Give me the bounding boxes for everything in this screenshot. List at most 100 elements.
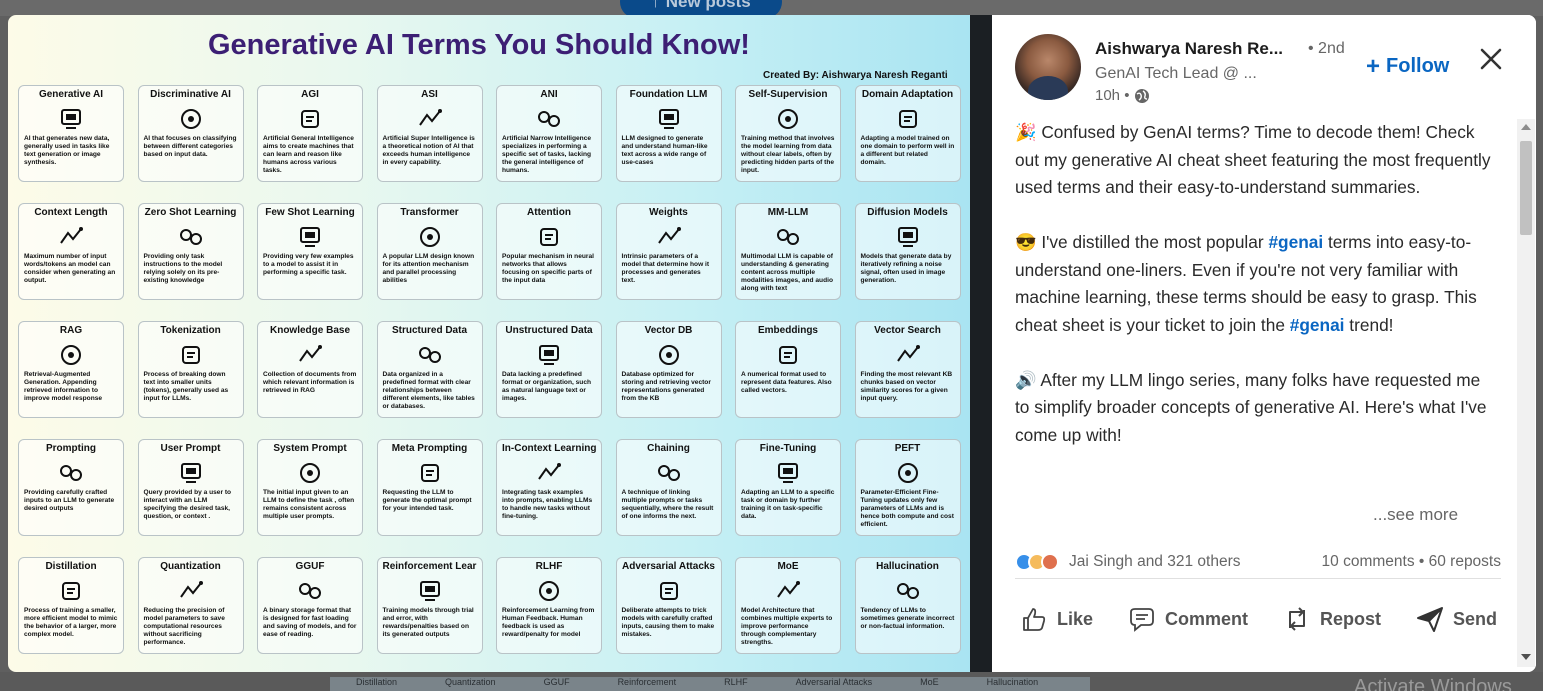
term-card: Few Shot Learning Providing very few exam… — [257, 203, 363, 300]
term-title: Unstructured Data — [505, 325, 593, 336]
term-description: Intrinsic parameters of a model that det… — [621, 253, 710, 284]
term-title: Hallucination — [876, 561, 939, 572]
term-description: Training method that involves the model … — [741, 135, 835, 174]
term-title: Transformer — [400, 207, 459, 218]
strip-label: Hallucination — [986, 677, 1039, 687]
term-card: Transformer A popular LLM design known fo… — [376, 203, 483, 300]
term-card: PEFT Parameter-Efficient Fine-Tuning upda… — [854, 439, 961, 536]
quote-bubbles-icon — [300, 227, 320, 247]
term-title: Chaining — [647, 443, 690, 454]
author-avatar[interactable] — [1015, 34, 1081, 100]
term-description: Process of breaking down text into small… — [143, 371, 229, 402]
term-card: Hallucination Tendency of LLMs to sometim… — [854, 557, 961, 654]
term-description: Database optimized for storing and retri… — [621, 371, 711, 402]
connection-degree: • 2nd — [1308, 40, 1345, 57]
term-description: AI that generates new data, generally us… — [24, 135, 110, 166]
term-description: Deliberate attempts to trick models with… — [621, 607, 715, 638]
scrollbar[interactable] — [1517, 119, 1535, 667]
activate-windows-watermark: Activate Windows — [1354, 676, 1512, 691]
term-card: Foundation LLM LLM designed to generate a… — [615, 85, 722, 182]
term-title: RAG — [59, 325, 83, 336]
close-icon[interactable] — [1476, 44, 1506, 74]
see-more-link[interactable]: ...see more — [1373, 505, 1458, 525]
follow-label: Follow — [1386, 55, 1450, 77]
term-description: Multimodal LLM is capable of understandi… — [741, 253, 833, 292]
term-description: Requesting the LLM to generate the optim… — [382, 489, 472, 512]
scroll-thumb[interactable] — [1520, 141, 1532, 235]
hacker-icon — [659, 582, 678, 600]
spiral-icon — [896, 583, 919, 599]
cube-icon — [898, 110, 917, 128]
term-description: AI that focuses on classifying between d… — [143, 135, 237, 158]
strip-label: RLHF — [724, 677, 748, 687]
strip-label: Reinforcement — [617, 677, 677, 687]
system-icon — [300, 463, 320, 483]
term-card: Vector Search Finding the most relevant K… — [854, 321, 961, 418]
term-title: AGI — [301, 89, 319, 100]
post-body: 🎉 Confused by GenAI terms? Time to decod… — [1015, 119, 1495, 449]
box-icon — [299, 583, 321, 599]
comment-label: Comment — [1165, 608, 1249, 629]
post-detail-pane: Aishwarya Naresh Re... • 2nd GenAI Tech … — [992, 15, 1536, 672]
sparkle-icon — [60, 227, 83, 244]
term-title: PEFT — [894, 443, 921, 454]
term-card: Context Length Maximum number of input wo… — [18, 203, 124, 300]
term-card: User Prompt Query provided by a user to i… — [137, 439, 244, 536]
term-title: Vector DB — [644, 325, 693, 336]
reactors-text[interactable]: Jai Singh and 321 others — [1069, 553, 1240, 571]
term-title: Zero Shot Learning — [144, 207, 237, 218]
term-description: Providing very few examples to a model t… — [263, 253, 354, 276]
term-card: Embeddings A numerical format used to rep… — [735, 321, 841, 418]
book-icon — [61, 345, 81, 365]
brain-icon — [301, 110, 319, 128]
send-button[interactable]: Send — [1411, 604, 1501, 634]
term-card: Reinforcement Learning Training models th… — [376, 557, 483, 654]
term-card: Quantization Reducing the precision of mo… — [137, 557, 244, 654]
author-name[interactable]: Aishwarya Naresh Re... — [1095, 39, 1283, 59]
term-description: Adapting an LLM to a specific task or do… — [741, 489, 835, 520]
like-button[interactable]: Like — [1015, 604, 1097, 634]
term-card: Prompting Providing carefully crafted inp… — [18, 439, 124, 536]
term-title: Tokenization — [160, 325, 221, 336]
term-title: Reinforcement Learning — [382, 561, 477, 572]
sheet-title: Generative AI Terms You Should Know! — [208, 29, 750, 61]
term-title: Domain Adaptation — [861, 89, 954, 100]
images-icon — [539, 345, 559, 365]
term-card: ASI Artificial Super Intelligence is a th… — [376, 85, 483, 182]
term-card: MoE Model Architecture that combines mult… — [735, 557, 841, 654]
strip-label: Quantization — [445, 677, 496, 687]
strip-label: Distillation — [356, 677, 398, 687]
term-title: Diffusion Models — [867, 207, 948, 218]
term-description: Artificial General Intelligence aims to … — [263, 135, 354, 174]
term-title: Context Length — [34, 207, 108, 218]
term-description: A popular LLM design known for its atten… — [382, 253, 475, 284]
repost-button[interactable]: Repost — [1278, 604, 1385, 634]
term-title: Structured Data — [391, 325, 467, 336]
term-description: Reducing the precision of model paramete… — [143, 607, 225, 646]
term-card: Vector DB Database optimized for storing … — [615, 321, 722, 418]
follow-button[interactable]: + Follow — [1366, 54, 1450, 78]
term-description: A binary storage format that is designed… — [263, 607, 357, 638]
term-title: Generative AI — [38, 89, 104, 100]
scroll-down-arrow-icon[interactable] — [1521, 654, 1531, 660]
term-card: In-Context Learning Integrating task exam… — [496, 439, 602, 536]
hashtag-genai-2[interactable]: #genai — [1290, 315, 1345, 335]
comment-button[interactable]: Comment — [1123, 604, 1252, 634]
hashtag-genai[interactable]: #genai — [1268, 232, 1323, 252]
chain-icon — [657, 465, 680, 481]
reactions-summary[interactable]: Jai Singh and 321 others — [1015, 552, 1240, 571]
strip-label: GGUF — [543, 677, 570, 687]
term-description: Process of training a smaller, more effi… — [24, 607, 118, 638]
scroll-up-arrow-icon[interactable] — [1521, 124, 1531, 130]
term-card: Diffusion Models Models that generate dat… — [854, 203, 961, 300]
social-counts: Jai Singh and 321 others 10 comments • 6… — [1015, 545, 1501, 579]
image-pane: Generative AI Terms You Should Know! Cre… — [8, 15, 992, 672]
term-title: Meta Prompting — [391, 443, 468, 454]
cheat-sheet-image: Generative AI Terms You Should Know! Cre… — [8, 15, 970, 672]
flow-icon — [540, 228, 558, 246]
comments-reposts-count[interactable]: 10 comments • 60 reposts — [1322, 553, 1501, 571]
term-description: Artificial Super Intelligence is a theor… — [382, 135, 475, 166]
term-description: Training models through trial and error,… — [382, 607, 474, 638]
term-description: Providing only task instructions to the … — [143, 253, 223, 284]
term-title: Vector Search — [874, 325, 941, 336]
